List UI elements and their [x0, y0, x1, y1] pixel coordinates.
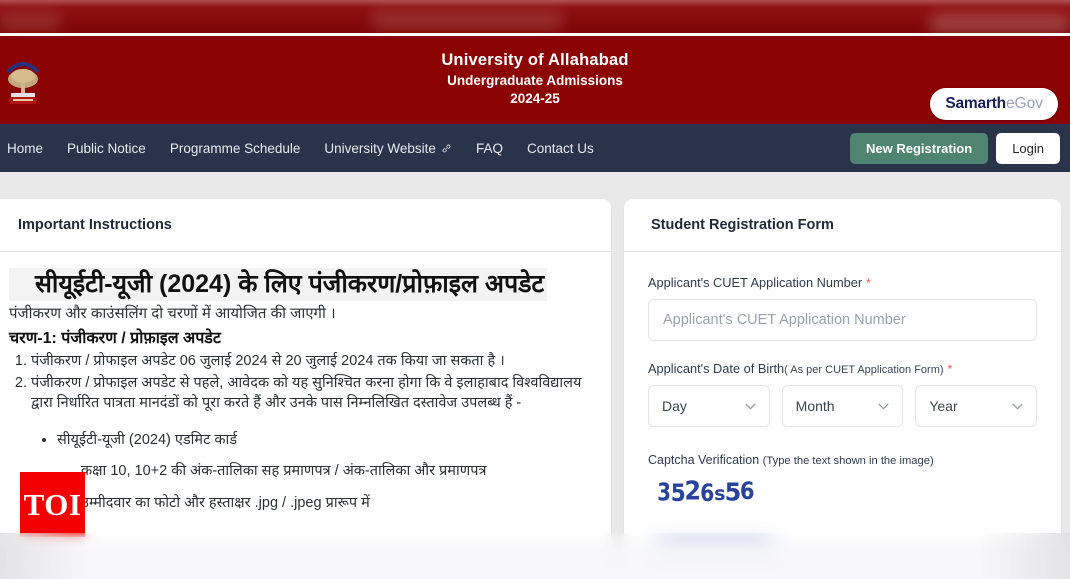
- nav-item-programme-schedule[interactable]: Programme Schedule: [158, 141, 313, 156]
- nav-item-label: Home: [7, 140, 44, 156]
- chevron-down-icon: [1012, 403, 1023, 410]
- blurred-captcha-input-ghost: [657, 542, 772, 560]
- nav-links: Home Public Notice Programme Schedule Un…: [0, 141, 606, 156]
- external-link-icon: [442, 144, 451, 152]
- important-instructions-card: Important Instructions सीयूईटी-यूजी (202…: [0, 199, 611, 564]
- captcha-label-text: Captcha Verification: [648, 453, 760, 467]
- documents-list: सीयूईटी-यूजी (2024) एडमिट कार्ड: [57, 430, 593, 450]
- required-marker: *: [866, 276, 871, 290]
- required-marker: *: [947, 362, 953, 376]
- instructions-body: सीयूईटी-यूजी (2024) के लिए पंजीकरण/प्रोफ…: [0, 252, 611, 513]
- list-item: पंजीकरण / प्रोफाइल अपडेट 06 जुलाई 2024 स…: [31, 351, 593, 372]
- nav-item-faq[interactable]: FAQ: [464, 141, 515, 156]
- document-line-3: उम्मीदवार का फोटो और हस्ताक्षर .jpg / .j…: [81, 494, 370, 511]
- nav-item-label: FAQ: [475, 140, 503, 156]
- banner-ghost-left: [0, 12, 60, 32]
- captcha-char: 6: [739, 477, 755, 505]
- instructions-subheading: पंजीकरण और काउंसलिंग दो चरणों में आयोजित…: [9, 305, 336, 323]
- top-blurred-banner: [0, 0, 1070, 33]
- content-area: Important Instructions सीयूईटी-यूजी (202…: [0, 172, 1070, 579]
- page-title: University of Allahabad: [441, 51, 629, 69]
- list-item: सीयूईटी-यूजी (2024) एडमिट कार्ड: [57, 430, 593, 450]
- page-root: University of Allahabad Undergraduate Ad…: [0, 0, 1070, 579]
- application-number-label: Applicant's CUET Application Number *: [648, 275, 1037, 290]
- captcha-char: 5: [670, 479, 686, 507]
- nav-item-university-website[interactable]: University Website: [312, 141, 464, 156]
- dob-month-select[interactable]: Month: [781, 385, 904, 427]
- instructions-heading: सीयूईटी-यूजी (2024) के लिए पंजीकरण/प्रोफ…: [9, 268, 548, 302]
- chevron-down-icon: [878, 403, 889, 410]
- header-session: 2024-25: [510, 91, 560, 107]
- samarth-egov-logo[interactable]: SamartheGov: [930, 88, 1058, 120]
- header-subtitle: Undergraduate Admissions: [447, 72, 623, 88]
- dob-year-value: Year: [929, 398, 958, 414]
- nav-actions: New Registration Login: [850, 124, 1060, 172]
- date-of-birth-row: Day Month Year: [648, 385, 1038, 427]
- date-of-birth-label-text: Applicant's Date of Birth: [648, 361, 785, 376]
- application-number-label-text: Applicant's CUET Application Number: [648, 275, 863, 290]
- chevron-down-icon: [745, 403, 756, 410]
- nav-item-label: Public Notice: [67, 140, 146, 156]
- captcha-char: 2: [684, 475, 701, 507]
- dob-month-value: Month: [795, 398, 835, 414]
- samarth-logo-secondary: eGov: [1005, 95, 1043, 112]
- dob-year-select[interactable]: Year: [915, 385, 1038, 427]
- banner-ghost-center: [372, 10, 562, 32]
- captcha-char: s: [713, 482, 725, 505]
- captcha-label-sub: (Type the text shown in the image): [762, 455, 934, 467]
- nav-item-contact-us[interactable]: Contact Us: [515, 141, 606, 156]
- new-registration-button[interactable]: New Registration: [850, 132, 989, 164]
- captcha-image: 3526s56: [648, 475, 755, 507]
- nav-item-label: Programme Schedule: [169, 140, 301, 156]
- samarth-logo-primary: Samarth: [945, 95, 1006, 112]
- header-title-block: University of Allahabad Undergraduate Ad…: [0, 49, 1070, 109]
- toi-watermark-logo: TOI: [20, 472, 85, 537]
- dob-day-value: Day: [662, 398, 687, 414]
- date-of-birth-label: Applicant's Date of Birth( As per CUET A…: [648, 361, 1037, 376]
- dob-day-select[interactable]: Day: [648, 385, 770, 427]
- nav-item-public-notice[interactable]: Public Notice: [55, 141, 158, 156]
- captcha-char: 6: [699, 479, 714, 507]
- nav-item-label: Contact Us: [526, 140, 594, 156]
- captcha-char: 5: [724, 477, 742, 507]
- nav-item-home[interactable]: Home: [0, 141, 55, 156]
- nav-item-label: University Website: [324, 140, 436, 156]
- date-of-birth-label-sub: ( As per CUET Application Form): [784, 364, 944, 376]
- form-body: Applicant's CUET Application Number * Ap…: [624, 252, 1061, 507]
- list-item: पंजीकरण / प्रोफाइल अपडेट से पहले, आवेदक …: [31, 373, 593, 414]
- cuet-application-number-input[interactable]: [648, 299, 1037, 341]
- instructions-panel-title: Important Instructions: [0, 199, 611, 252]
- captcha-label: Captcha Verification (Type the text show…: [648, 453, 1037, 467]
- student-registration-card: Student Registration Form Applicant's CU…: [624, 199, 1061, 564]
- main-navbar: Home Public Notice Programme Schedule Un…: [0, 124, 1070, 172]
- login-button[interactable]: Login: [996, 132, 1060, 164]
- document-line-2: कक्षा 10, 10+2 की अंक-तालिका सह प्रमाणपत…: [81, 463, 487, 480]
- banner-ghost-right: [930, 14, 1070, 33]
- instructions-list: पंजीकरण / प्रोफाइल अपडेट 06 जुलाई 2024 स…: [31, 351, 593, 414]
- captcha-char: 3: [657, 477, 671, 507]
- instructions-phase-title: चरण-1: पंजीकरण / प्रोफ़ाइल अपडेट: [9, 330, 221, 348]
- form-panel-title: Student Registration Form: [624, 199, 1061, 252]
- site-header: University of Allahabad Undergraduate Ad…: [0, 36, 1070, 124]
